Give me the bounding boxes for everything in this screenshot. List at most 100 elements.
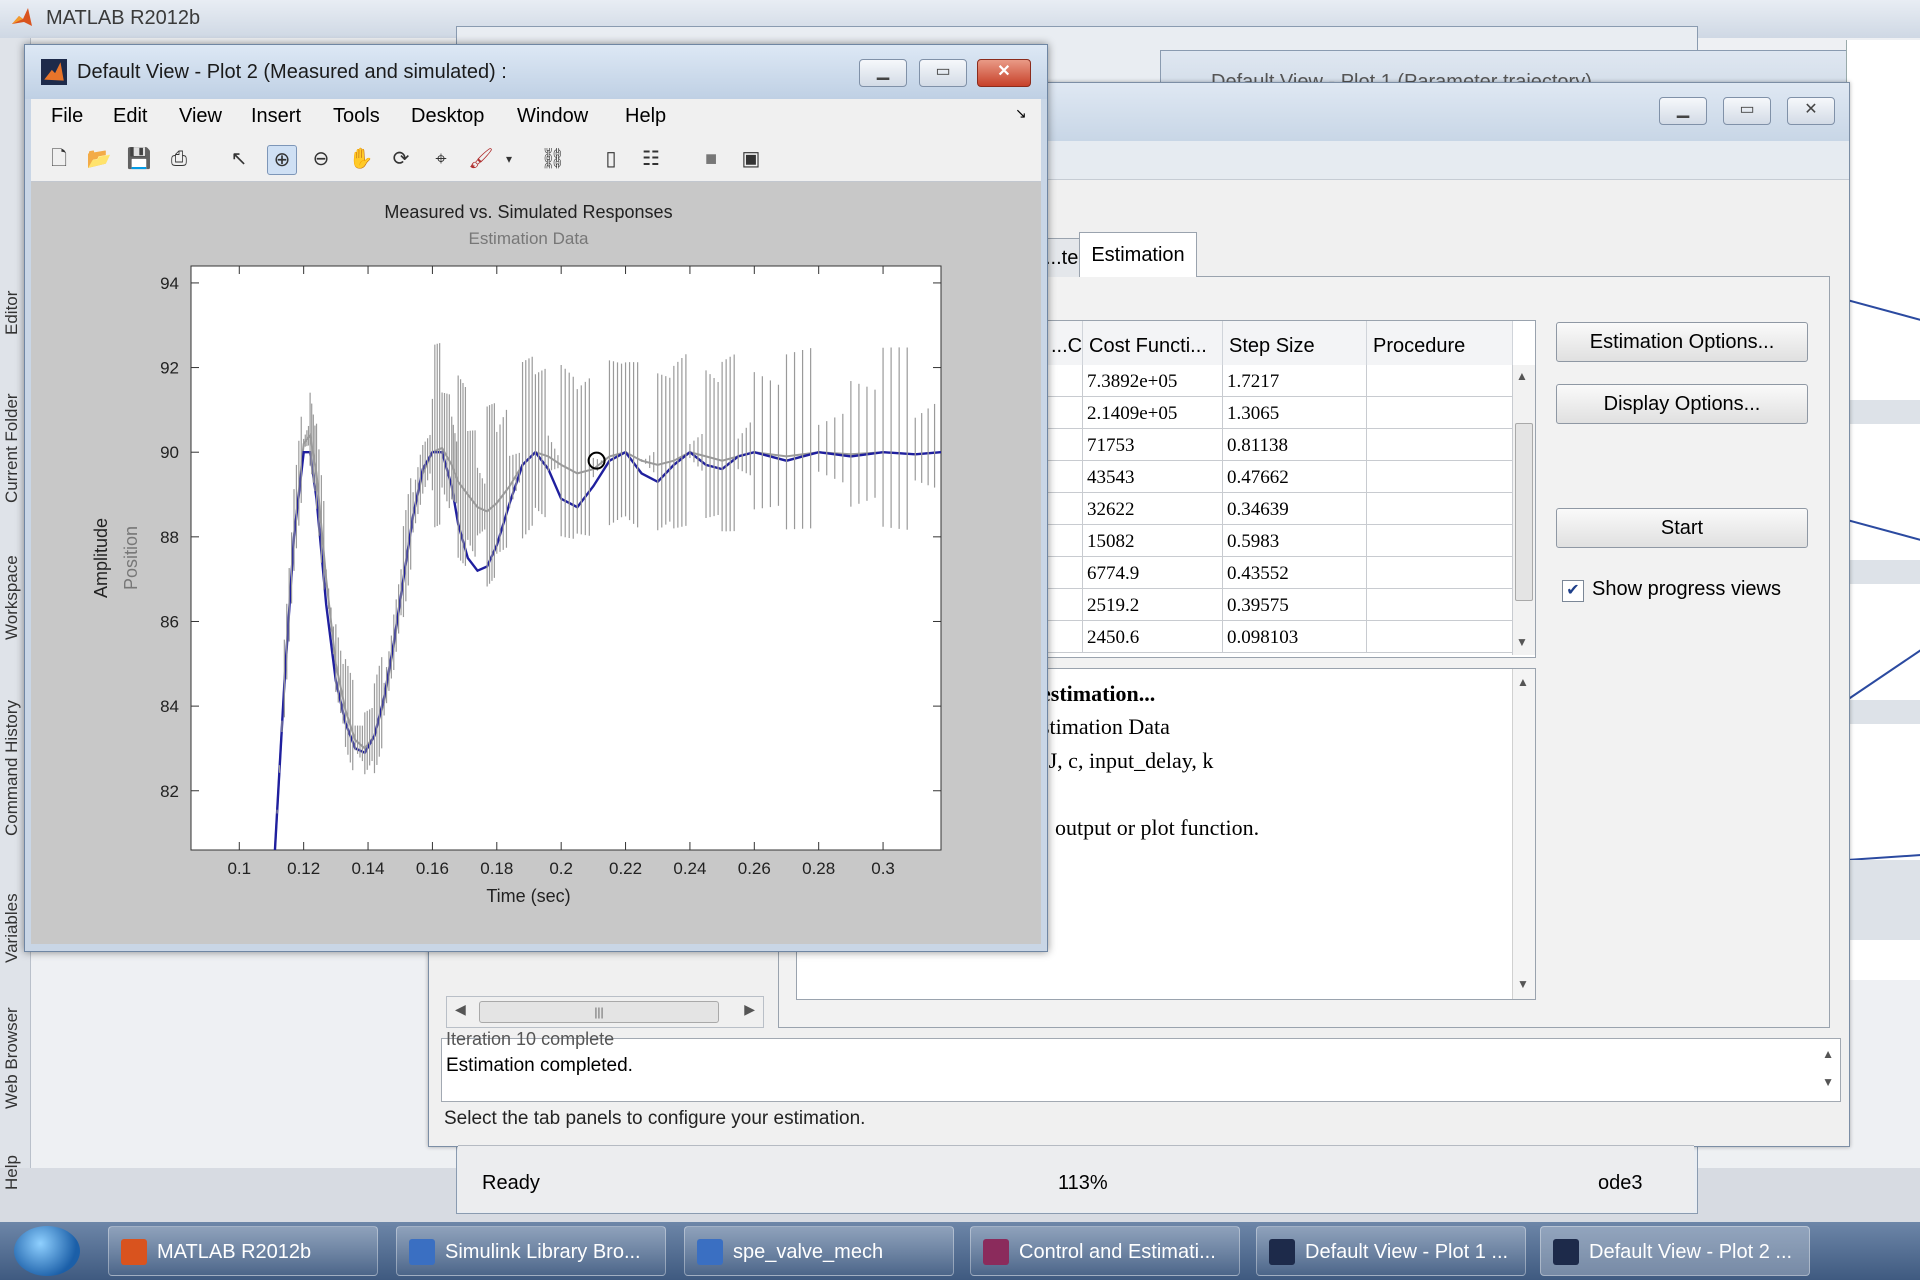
- cell-procedure: [1367, 589, 1513, 621]
- plot2-minimize-button[interactable]: ▁: [859, 59, 907, 87]
- rotate-icon[interactable]: ⟳: [387, 145, 415, 173]
- y-tick-label: 88: [160, 528, 179, 547]
- menu-tools[interactable]: Tools: [333, 105, 380, 128]
- x-tick-label: 0.16: [416, 859, 449, 878]
- model-icon: [697, 1239, 723, 1265]
- hscroll-thumb[interactable]: |||: [479, 1001, 719, 1023]
- status-scroll-down-icon[interactable]: ▼: [1822, 1075, 1834, 1089]
- close-button[interactable]: ✕: [1787, 97, 1835, 125]
- taskbar-simulink-library[interactable]: Simulink Library Bro...: [396, 1226, 666, 1276]
- cell-iteration: [1045, 461, 1083, 493]
- display-options-button[interactable]: Display Options...: [1556, 384, 1808, 424]
- x-tick-label: 0.26: [738, 859, 771, 878]
- plot1-lines: [1847, 299, 1920, 940]
- menu-insert[interactable]: Insert: [251, 105, 301, 128]
- col-header-iteration[interactable]: ...C...: [1045, 321, 1083, 365]
- response-chart[interactable]: Measured vs. Simulated Responses Estimati…: [31, 182, 1041, 944]
- plot2-close-button[interactable]: ✕: [977, 59, 1031, 87]
- legend-icon[interactable]: ☷: [637, 145, 665, 173]
- zoom-out-icon[interactable]: ⊖: [307, 145, 335, 173]
- iteration-table: ...C... Cost Functi... Step Size Procedu…: [1044, 320, 1536, 658]
- brush-dropdown-icon[interactable]: ▾: [495, 145, 523, 173]
- brush-icon[interactable]: 🖌: [467, 145, 495, 173]
- menu-edit[interactable]: Edit: [113, 105, 147, 128]
- minimize-button[interactable]: ▁: [1659, 97, 1707, 125]
- dock-arrow-icon[interactable]: ↘: [1015, 105, 1027, 122]
- print-icon[interactable]: ⎙: [165, 145, 193, 173]
- x-tick-label: 0.18: [480, 859, 513, 878]
- cell-iteration: [1045, 493, 1083, 525]
- taskbar-matlab[interactable]: MATLAB R2012b: [108, 1226, 378, 1276]
- cell-iteration: [1045, 397, 1083, 429]
- cell-procedure: [1367, 525, 1513, 557]
- status-scroll-up-icon[interactable]: ▲: [1822, 1047, 1834, 1061]
- y-axis-label-2: Position: [121, 526, 141, 590]
- tree-horizontal-scrollbar[interactable]: ◀ ||| ▶: [446, 996, 764, 1028]
- cell-cost: 2519.2: [1083, 589, 1223, 621]
- simulink-statusbar: Ready 113% ode3: [458, 1145, 1694, 1212]
- scroll-thumb[interactable]: [1515, 423, 1533, 601]
- taskbar-plot1[interactable]: Default View - Plot 1 ...: [1256, 1226, 1526, 1276]
- zoom-in-icon[interactable]: ⊕: [267, 145, 297, 175]
- cell-iteration: [1045, 557, 1083, 589]
- link-icon[interactable]: ⛓: [539, 145, 567, 173]
- scroll-up-icon[interactable]: ▲: [1516, 369, 1528, 383]
- menu-window[interactable]: Window: [517, 105, 588, 128]
- col-header-cost[interactable]: Cost Functi...: [1083, 321, 1223, 365]
- log-line-2: stimation Data: [1041, 714, 1170, 739]
- plot2-window: Default View - Plot 2 (Measured and simu…: [24, 44, 1048, 952]
- dock-tab-web-browser[interactable]: Web Browser: [2, 993, 28, 1123]
- cell-procedure: [1367, 493, 1513, 525]
- taskbar-plot1-label: Default View - Plot 1 ...: [1305, 1241, 1509, 1263]
- x-tick-label: 0.14: [351, 859, 384, 878]
- start-button[interactable]: Start: [1556, 508, 1808, 548]
- colorbar-icon[interactable]: ▯: [597, 145, 625, 173]
- tab-estimation[interactable]: Estimation: [1079, 232, 1197, 277]
- tab-variables[interactable]: ...tes: [1044, 238, 1081, 277]
- menu-file[interactable]: File: [51, 105, 83, 128]
- open-icon[interactable]: 📂: [85, 145, 113, 173]
- hide-tools-icon[interactable]: ■: [697, 145, 725, 173]
- cell-step: 1.7217: [1223, 365, 1367, 397]
- cell-cost: 71753: [1083, 429, 1223, 461]
- table-scrollbar[interactable]: ▲ ▼: [1512, 365, 1535, 655]
- cell-iteration: [1045, 365, 1083, 397]
- plot2-maximize-button[interactable]: ▭: [919, 59, 967, 87]
- col-header-procedure[interactable]: Procedure: [1367, 321, 1513, 365]
- taskbar-control-estimation[interactable]: Control and Estimati...: [970, 1226, 1240, 1276]
- maximize-button[interactable]: ▭: [1723, 97, 1771, 125]
- cell-procedure: [1367, 621, 1513, 653]
- data-cursor-icon[interactable]: ⌖: [427, 145, 455, 173]
- new-file-icon[interactable]: 🗋: [45, 145, 73, 173]
- log-scrollbar[interactable]: ▲ ▼: [1512, 669, 1535, 999]
- status-text: Estimation completed.: [446, 1055, 633, 1076]
- sim-status-ready: Ready: [482, 1172, 540, 1194]
- taskbar: MATLAB R2012b Simulink Library Bro... sp…: [0, 1222, 1920, 1280]
- scroll-down-icon[interactable]: ▼: [1516, 635, 1528, 649]
- matlab-icon: [121, 1239, 147, 1265]
- matlab-logo-icon: [12, 8, 32, 26]
- scroll-left-icon[interactable]: ◀: [455, 1001, 466, 1018]
- estimation-options-button[interactable]: Estimation Options...: [1556, 322, 1808, 362]
- menu-view[interactable]: View: [179, 105, 222, 128]
- cell-iteration: [1045, 429, 1083, 461]
- col-header-step[interactable]: Step Size: [1223, 321, 1367, 365]
- taskbar-model[interactable]: spe_valve_mech: [684, 1226, 954, 1276]
- show-progress-checkbox[interactable]: ✔: [1562, 580, 1584, 602]
- cell-procedure: [1367, 365, 1513, 397]
- taskbar-matlab-label: MATLAB R2012b: [157, 1241, 312, 1263]
- pointer-icon[interactable]: ↖: [225, 145, 253, 173]
- menu-help[interactable]: Help: [625, 105, 666, 128]
- sim-status-zoom: 113%: [1058, 1172, 1108, 1194]
- dock-tab-help[interactable]: Help: [2, 1143, 28, 1203]
- x-tick-label: 0.28: [802, 859, 835, 878]
- cell-cost: 7.3892e+05: [1083, 365, 1223, 397]
- scroll-right-icon[interactable]: ▶: [744, 1001, 755, 1018]
- taskbar-plot2[interactable]: Default View - Plot 2 ...: [1540, 1226, 1810, 1276]
- pan-icon[interactable]: ✋: [347, 145, 375, 173]
- show-tools-icon[interactable]: ▣: [737, 145, 765, 173]
- cell-step: 1.3065: [1223, 397, 1367, 429]
- save-icon[interactable]: 💾: [125, 145, 153, 173]
- start-button[interactable]: [14, 1226, 80, 1276]
- menu-desktop[interactable]: Desktop: [411, 105, 484, 128]
